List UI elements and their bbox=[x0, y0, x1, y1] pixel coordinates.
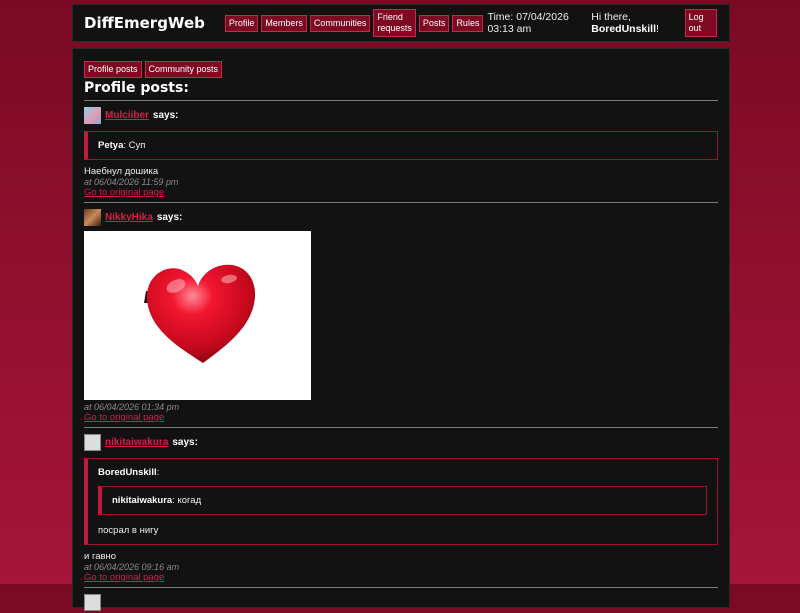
nav-communities-button[interactable]: Communities bbox=[309, 14, 371, 32]
quote-block: Petya: Суп bbox=[84, 131, 718, 160]
avatar-icon[interactable] bbox=[84, 208, 101, 226]
post-body: Наебнул дошика bbox=[84, 166, 159, 177]
post-timestamp: at 06/04/2026 09:16 am bbox=[84, 562, 180, 572]
quote-author: nikitaiwakura bbox=[112, 495, 173, 506]
greeting-suffix: ! bbox=[656, 23, 659, 35]
quote-suffix: : bbox=[156, 467, 160, 478]
avatar-icon[interactable] bbox=[84, 593, 101, 611]
nav-members-button[interactable]: Members bbox=[261, 14, 307, 32]
post-tabs: Profile posts Community posts bbox=[84, 61, 718, 78]
original-page-link[interactable]: Go to original page bbox=[84, 572, 718, 583]
post-item: NikkyHika says: at 06/04/2026 01:34 pm G… bbox=[84, 203, 718, 427]
server-time: Time: 07/04/2026 03:13 am bbox=[487, 11, 569, 35]
post-author-link[interactable]: NikkyHika bbox=[105, 212, 153, 223]
current-username: BoredUnskill bbox=[591, 23, 657, 35]
tab-community-posts[interactable]: Community posts bbox=[144, 61, 223, 78]
post-item bbox=[84, 588, 718, 613]
heart-icon bbox=[144, 264, 256, 363]
post-author-link[interactable]: nikitaiwakura bbox=[105, 437, 168, 448]
quote-author: Petya bbox=[98, 140, 124, 151]
greeting: Hi there, BoredUnskill! bbox=[591, 11, 680, 35]
greeting-prefix: Hi there, bbox=[591, 11, 631, 23]
says-label: says: bbox=[172, 436, 198, 448]
says-label: says: bbox=[156, 211, 183, 223]
content-area: Profile posts Community posts Profile po… bbox=[84, 61, 718, 613]
avatar-icon[interactable] bbox=[84, 106, 101, 124]
post-body: и гавно bbox=[84, 551, 117, 562]
logout-button[interactable]: Log out bbox=[684, 9, 717, 37]
nav-rules-button[interactable]: Rules bbox=[452, 14, 484, 32]
post-author-link[interactable]: Mulciiber bbox=[105, 110, 149, 121]
post-item: nikitaiwakura says: BoredUnskill: nikita… bbox=[84, 428, 718, 587]
post-header: nikitaiwakura says: bbox=[84, 433, 718, 451]
post-header: Mulciiber says: bbox=[84, 106, 718, 124]
nav-friend-requests-button[interactable]: Friend requests bbox=[373, 9, 416, 37]
avatar-icon[interactable] bbox=[84, 433, 101, 451]
post-timestamp: at 06/04/2026 11:59 pm bbox=[84, 177, 179, 187]
tab-profile-posts[interactable]: Profile posts bbox=[84, 61, 142, 78]
page-title: Profile posts: bbox=[84, 80, 189, 96]
quote-text: посрал в нигу bbox=[98, 525, 159, 536]
nested-quote-block: nikitaiwakura: когад bbox=[98, 486, 707, 515]
heart-image[interactable] bbox=[84, 231, 311, 400]
post-header: NikkyHika says: bbox=[84, 208, 718, 226]
quote-text: : когад bbox=[172, 495, 202, 506]
original-page-link[interactable]: Go to original page bbox=[84, 412, 718, 423]
original-page-link[interactable]: Go to original page bbox=[84, 187, 718, 198]
post-header bbox=[84, 593, 718, 611]
post-timestamp: at 06/04/2026 01:34 pm bbox=[84, 402, 180, 412]
nav-posts-button[interactable]: Posts bbox=[418, 14, 450, 32]
post-item: Mulciiber says: Petya: Суп Наебнул дошик… bbox=[84, 101, 718, 202]
quote-text: : Суп bbox=[123, 140, 146, 151]
top-navbar: DiffEmergWeb Profile Members Communities… bbox=[72, 4, 730, 42]
main-panel: Profile posts Community posts Profile po… bbox=[72, 48, 730, 611]
says-label: says: bbox=[152, 109, 179, 121]
quote-author: BoredUnskill bbox=[98, 467, 157, 478]
nav-menu: Profile Members Communities Friend reque… bbox=[224, 9, 484, 37]
quote-block: BoredUnskill: nikitaiwakura: когад посра… bbox=[84, 458, 718, 545]
site-brand[interactable]: DiffEmergWeb bbox=[84, 14, 205, 32]
nav-profile-button[interactable]: Profile bbox=[224, 14, 259, 32]
